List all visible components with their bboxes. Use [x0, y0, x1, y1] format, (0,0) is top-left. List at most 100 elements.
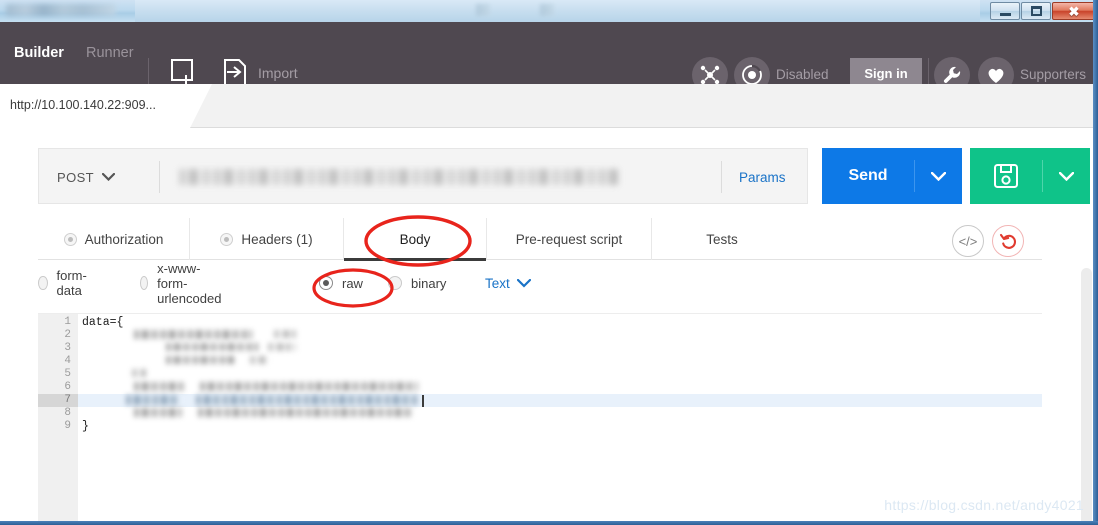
- title-bar-ghost-icon-2: [540, 4, 554, 16]
- minimize-button[interactable]: [990, 2, 1020, 20]
- body-type-urlencoded[interactable]: x-www-form-urlencoded: [140, 261, 227, 306]
- code-snippet-icon[interactable]: </>: [952, 225, 984, 257]
- save-options-button[interactable]: [1042, 148, 1090, 204]
- window-border-bottom: [0, 521, 1098, 525]
- url-bar: POST Params: [38, 148, 808, 204]
- url-input[interactable]: [179, 169, 619, 185]
- body-type-raw[interactable]: raw: [319, 268, 363, 298]
- editor-line-6-redacted: [134, 382, 184, 391]
- params-button[interactable]: Params: [739, 149, 786, 205]
- supporters-label[interactable]: Supporters: [1020, 67, 1086, 82]
- editor-line-7-redacted-b: [196, 395, 418, 405]
- editor-line-4-redacted: [166, 356, 234, 364]
- gutter-line-2: 2: [64, 329, 71, 341]
- nav-tab-runner[interactable]: Runner: [86, 22, 134, 84]
- chevron-down-icon: [1058, 171, 1074, 181]
- chevron-down-icon: [930, 171, 946, 181]
- params-divider: [721, 161, 722, 193]
- close-button[interactable]: ✖: [1052, 2, 1096, 20]
- interceptor-status-label: Disabled: [776, 67, 829, 82]
- window-border-right: [1093, 0, 1098, 525]
- editor-line-8-redacted: [134, 408, 182, 417]
- body-format-selector[interactable]: Text: [485, 268, 531, 298]
- import-label[interactable]: Import: [258, 65, 298, 81]
- gutter-line-4: 4: [64, 355, 71, 367]
- undo-arrow-icon: [999, 233, 1016, 249]
- method-divider: [159, 161, 160, 193]
- editor-line-7-redacted: [126, 395, 180, 405]
- save-floppy-icon: [994, 164, 1018, 188]
- tab-tests-label: Tests: [706, 231, 738, 247]
- save-button[interactable]: [970, 148, 1042, 204]
- tab-pre-request-script[interactable]: Pre-request script: [487, 218, 652, 260]
- os-title-bar: ✖: [0, 0, 1098, 22]
- editor-line-6-redacted-b: [200, 382, 418, 391]
- body-type-urlencoded-label: x-www-form-urlencoded: [157, 260, 222, 306]
- body-type-binary[interactable]: binary: [388, 268, 446, 298]
- url-row: POST Params Send: [38, 148, 1090, 204]
- gutter-line-1: 1: [64, 316, 71, 328]
- body-type-form-data-label: form-data: [56, 268, 87, 298]
- tab-body[interactable]: Body: [344, 218, 487, 261]
- window-title-redacted: [6, 4, 116, 16]
- reset-icon[interactable]: [992, 225, 1024, 257]
- close-icon: ✖: [1068, 3, 1080, 19]
- editor-line-2-redacted: [134, 330, 252, 339]
- auth-status-dot-icon: [63, 232, 77, 246]
- tab-headers-label: Headers (1): [241, 231, 313, 247]
- method-label: POST: [57, 169, 94, 185]
- body-type-binary-label: binary: [411, 275, 447, 291]
- gutter-line-3: 3: [64, 342, 71, 354]
- editor-line-3-redacted: [166, 343, 258, 351]
- postman-window: ✖ Builder Runner Import Disabled Sign in…: [0, 0, 1098, 525]
- send-button[interactable]: Send: [822, 148, 914, 204]
- chevron-down-icon: [102, 173, 115, 181]
- request-tab-label[interactable]: http://10.100.140.22:909...: [10, 98, 156, 112]
- radio-raw-icon: [319, 276, 333, 290]
- body-format-label: Text: [485, 275, 510, 291]
- editor-line-9: }: [82, 420, 89, 433]
- body-type-raw-label: raw: [342, 275, 363, 291]
- send-options-button[interactable]: [914, 148, 962, 204]
- gutter-line-6: 6: [64, 381, 71, 393]
- watermark: https://blog.csdn.net/andy4021: [884, 497, 1084, 513]
- gutter-line-5: 5: [64, 368, 71, 380]
- gutter-line-9: 9: [64, 420, 71, 432]
- editor-line-8-redacted-b: [198, 408, 412, 417]
- title-bar-ghost-icon-1: [476, 4, 490, 16]
- minimize-icon: [999, 13, 1011, 16]
- gutter-line-8: 8: [64, 407, 71, 419]
- request-tab-strip: http://10.100.140.22:909... + No environ…: [0, 84, 1098, 207]
- radio-binary-icon: [388, 276, 402, 290]
- radio-urlencoded-icon: [140, 276, 149, 290]
- radio-form-data-icon: [38, 276, 48, 290]
- editor-gutter: 1 2 3 4 5 6 7 8 9: [38, 314, 78, 525]
- restore-icon: [1030, 6, 1042, 16]
- text-cursor: [422, 395, 424, 407]
- title-bar-fill: [135, 0, 980, 22]
- editor-line-3-redacted-b: [268, 343, 296, 351]
- editor-content[interactable]: data={ }: [78, 314, 1042, 525]
- nav-tab-builder[interactable]: Builder: [14, 22, 64, 84]
- tab-headers[interactable]: Headers (1): [190, 218, 344, 260]
- editor-line-5-redacted: [132, 369, 146, 377]
- page-scrollbar[interactable]: [1081, 268, 1092, 525]
- method-selector[interactable]: POST: [57, 149, 115, 205]
- editor-line-1: data={: [82, 316, 124, 329]
- editor-line-4-redacted-b: [250, 356, 268, 364]
- headers-status-dot-icon: [220, 232, 234, 246]
- tab-authorization-label: Authorization: [84, 231, 164, 247]
- gutter-line-7: 7: [38, 394, 78, 407]
- tab-pre-request-script-label: Pre-request script: [515, 231, 623, 247]
- app-header: Builder Runner Import Disabled Sign in S…: [0, 22, 1098, 104]
- raw-body-editor[interactable]: 1 2 3 4 5 6 7 8 9 data={}: [38, 313, 1042, 525]
- body-type-form-data[interactable]: form-data: [38, 268, 91, 298]
- tab-body-label: Body: [399, 231, 431, 247]
- tab-tests[interactable]: Tests: [652, 218, 792, 260]
- window-controls: ✖: [990, 2, 1096, 20]
- tab-authorization[interactable]: Authorization: [38, 218, 190, 260]
- request-section-tabs: Authorization Headers (1) Body Pre-reque…: [38, 218, 1042, 261]
- request-builder-pane: POST Params Send Authorization Headers (…: [0, 128, 1098, 525]
- restore-button[interactable]: [1021, 2, 1051, 20]
- chevron-down-icon: [516, 278, 531, 288]
